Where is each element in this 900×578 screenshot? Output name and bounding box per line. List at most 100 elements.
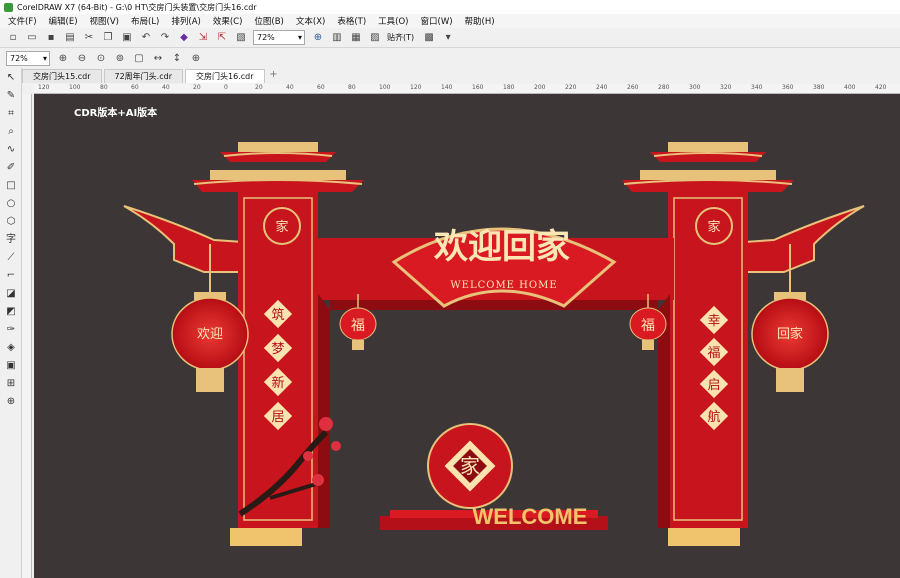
zoom-page-icon[interactable]: ▢: [132, 52, 146, 66]
cut-icon[interactable]: ✂: [82, 31, 96, 45]
menu-edit[interactable]: 编辑(E): [49, 15, 78, 27]
drawing-canvas[interactable]: CDR版本+AI版本 欢迎回家 WELCOME HOME 家 家 筑 梦 新 居…: [34, 94, 900, 578]
ruler-tick-label: 100: [69, 84, 81, 91]
transparency-icon[interactable]: ◩: [2, 303, 20, 320]
right-couplet-char-2: 福: [707, 346, 720, 361]
save-icon[interactable]: ▪: [44, 31, 58, 45]
zoom-width-icon[interactable]: ↔: [151, 52, 165, 66]
menu-tools[interactable]: 工具(O): [378, 15, 408, 27]
publish-pdf-icon[interactable]: ▧: [234, 31, 248, 45]
welcome-sign: 家 WELCOME: [380, 423, 608, 530]
undo-icon[interactable]: ↶: [139, 31, 153, 45]
polygon-tool-icon[interactable]: ⬡: [2, 213, 20, 230]
new-icon[interactable]: ▫: [6, 31, 20, 45]
smart-fill-icon[interactable]: ▣: [2, 357, 20, 374]
launch-icon[interactable]: ▾: [441, 31, 455, 45]
ruler-tick-label: 60: [131, 84, 139, 91]
left-couplet-char-2: 梦: [271, 342, 284, 357]
zoom-height-icon[interactable]: ↕: [170, 52, 184, 66]
ruler-tick-label: 280: [658, 84, 670, 91]
rectangle-tool-icon[interactable]: □: [2, 177, 20, 194]
crop-tool-icon[interactable]: ⌗: [2, 105, 20, 122]
menu-view[interactable]: 视图(V): [90, 15, 119, 27]
zoom-in-icon[interactable]: ⊕: [56, 52, 70, 66]
coreldraw-logo-icon: [4, 2, 13, 12]
parallel-dimension-icon[interactable]: ⟋: [2, 249, 20, 266]
rulers-icon[interactable]: ▥: [330, 31, 344, 45]
ruler-tick-label: 300: [689, 84, 701, 91]
horizontal-ruler[interactable]: 120 100 80 60 40 20 0 20 40 60 80 100 120 140 160 180 20…: [34, 84, 900, 94]
tab-file-72[interactable]: 72周年门头.cdr: [103, 69, 183, 83]
ruler-tick-label: 220: [565, 84, 577, 91]
open-icon[interactable]: ▭: [25, 31, 39, 45]
add-tool-icon[interactable]: ⊕: [2, 393, 20, 410]
guidelines-icon[interactable]: ▨: [368, 31, 382, 45]
right-couplet-char-3: 启: [707, 378, 720, 393]
export-icon[interactable]: ⇱: [215, 31, 229, 45]
add-preset-icon[interactable]: ⊕: [189, 52, 203, 66]
menu-window[interactable]: 窗口(W): [421, 15, 453, 27]
center-emblem-text: 家: [460, 454, 480, 478]
search-content-icon[interactable]: ◆: [177, 31, 191, 45]
zoom-selected-icon[interactable]: ⊙: [94, 52, 108, 66]
options-icon[interactable]: ▩: [422, 31, 436, 45]
property-zoom-select[interactable]: 72%: [6, 51, 50, 66]
menu-table[interactable]: 表格(T): [337, 15, 366, 27]
menu-arrange[interactable]: 排列(A): [171, 15, 200, 27]
standard-toolbar: ▫ ▭ ▪ ▤ ✂ ❐ ▣ ↶ ↷ ◆ ⇲ ⇱ ▧ 72% ⊕ ▥ ▦ ▨ 贴齐…: [0, 28, 900, 48]
ruler-tick-label: 180: [503, 84, 515, 91]
color-eyedropper-icon[interactable]: ✑: [2, 321, 20, 338]
pick-tool-icon[interactable]: ↖: [2, 69, 20, 86]
ruler-tick-label: 320: [720, 84, 732, 91]
outline-pen-icon[interactable]: ⊞: [2, 375, 20, 392]
text-tool-icon[interactable]: 字: [2, 231, 20, 248]
menu-help[interactable]: 帮助(H): [465, 15, 495, 27]
menu-layout[interactable]: 布局(L): [131, 15, 159, 27]
ellipse-tool-icon[interactable]: ○: [2, 195, 20, 212]
redo-icon[interactable]: ↷: [158, 31, 172, 45]
right-lantern-text: 回家: [777, 326, 803, 342]
connector-tool-icon[interactable]: ⌐: [2, 267, 20, 284]
right-medallion-text: 家: [707, 219, 720, 235]
shape-tool-icon[interactable]: ✎: [2, 87, 20, 104]
left-small-lantern-text: 福: [351, 318, 365, 334]
interactive-fill-icon[interactable]: ◈: [2, 339, 20, 356]
drop-shadow-icon[interactable]: ◪: [2, 285, 20, 302]
ruler-tick-label: 20: [255, 84, 263, 91]
ruler-tick-label: 80: [348, 84, 356, 91]
arch-subtitle: WELCOME HOME: [450, 280, 557, 291]
zoom-out-icon[interactable]: ⊖: [75, 52, 89, 66]
left-couplet-char-3: 新: [271, 375, 284, 391]
freehand-tool-icon[interactable]: ∿: [2, 141, 20, 158]
document-tabs: 交房门头15.cdr 72周年门头.cdr 交房门头16.cdr +: [22, 69, 281, 83]
artistic-media-icon[interactable]: ✐: [2, 159, 20, 176]
menu-file[interactable]: 文件(F): [8, 15, 37, 27]
add-tab-icon[interactable]: +: [267, 69, 281, 83]
property-bar: 72% ⊕ ⊖ ⊙ ⊚ ▢ ↔ ↕ ⊕: [0, 49, 900, 68]
tab-file-15[interactable]: 交房门头15.cdr: [22, 69, 102, 83]
snap-to-dropdown[interactable]: 贴齐(T): [387, 32, 414, 43]
print-icon[interactable]: ▤: [63, 31, 77, 45]
menu-text[interactable]: 文本(X): [296, 15, 325, 27]
window-title: CorelDRAW X7 (64-Bit) - G:\0 HT\交房门头装置\交…: [17, 2, 257, 12]
ruler-tick-label: 120: [410, 84, 422, 91]
ruler-tick-label: 40: [162, 84, 170, 91]
zoom-all-icon[interactable]: ⊚: [113, 52, 127, 66]
right-couplet-char-4: 航: [707, 409, 720, 425]
import-icon[interactable]: ⇲: [196, 31, 210, 45]
copy-icon[interactable]: ❐: [101, 31, 115, 45]
archway-artwork[interactable]: 欢迎回家 WELCOME HOME 家 家 筑 梦 新 居 幸 福 启 航 欢迎: [34, 94, 900, 578]
tab-file-16[interactable]: 交房门头16.cdr: [185, 69, 265, 83]
vertical-ruler[interactable]: [22, 94, 32, 578]
ruler-tick-label: 60: [317, 84, 325, 91]
paste-icon[interactable]: ▣: [120, 31, 134, 45]
zoom-level-select[interactable]: 72%: [253, 30, 305, 45]
menu-bitmaps[interactable]: 位图(B): [254, 15, 283, 27]
grid-icon[interactable]: ▦: [349, 31, 363, 45]
left-lantern-text: 欢迎: [197, 327, 223, 342]
zoom-tool-icon[interactable]: ⌕: [2, 123, 20, 140]
menu-effects[interactable]: 效果(C): [213, 15, 243, 27]
right-couplet-char-1: 幸: [707, 314, 720, 329]
ruler-tick-label: 160: [472, 84, 484, 91]
full-screen-icon[interactable]: ⊕: [311, 31, 325, 45]
